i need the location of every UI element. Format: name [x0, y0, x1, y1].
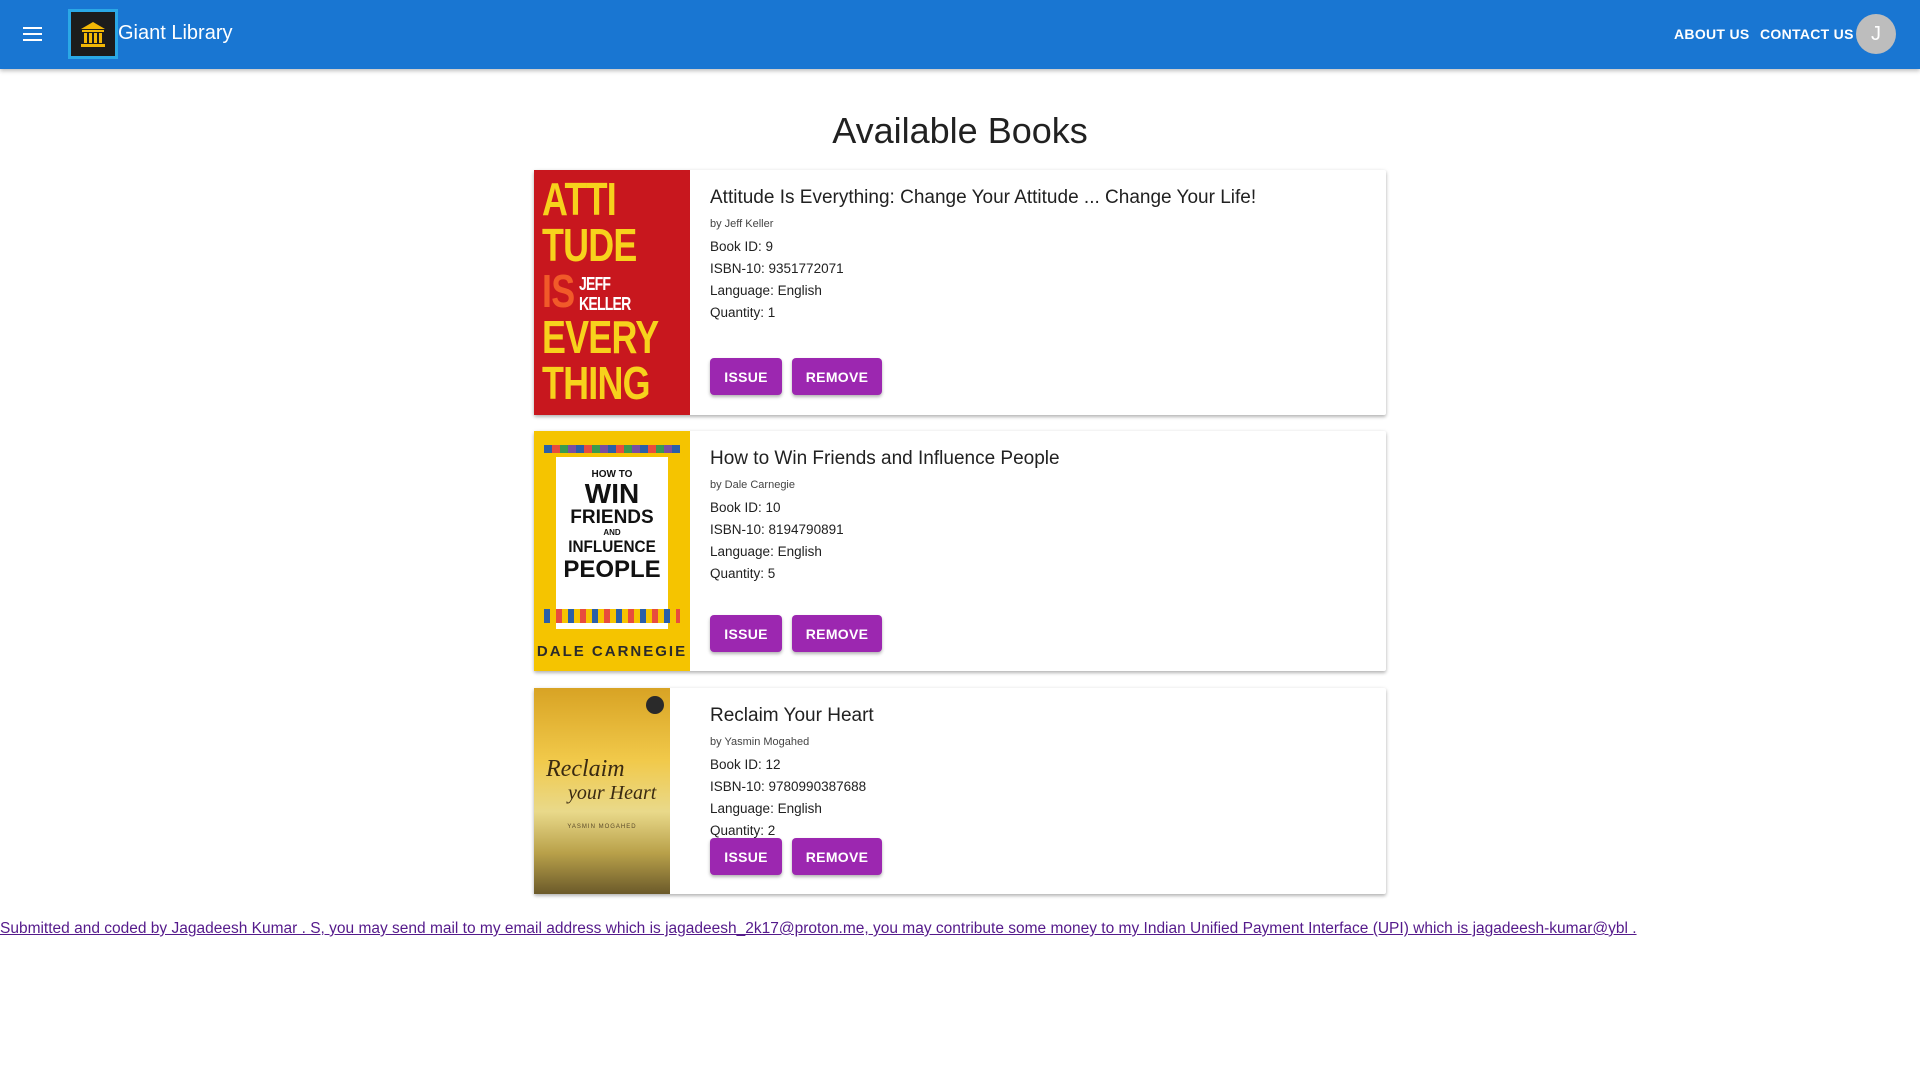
- cover-text: DALE CARNEGIE: [536, 643, 688, 660]
- book-title: Reclaim Your Heart: [710, 705, 874, 726]
- book-title: How to Win Friends and Influence People: [710, 448, 1060, 469]
- book-cover-image: Reclaim your Heart YASMIN MOGAHED: [534, 688, 670, 894]
- book-id: Book ID: 12: [710, 757, 781, 772]
- book-language: Language: English: [710, 544, 822, 559]
- book-isbn: ISBN-10: 9351772071: [710, 261, 844, 276]
- library-logo-icon[interactable]: [68, 9, 118, 59]
- book-title: Attitude Is Everything: Change Your Atti…: [710, 187, 1257, 208]
- cover-text: THING: [542, 357, 651, 409]
- cover-text: WIN: [584, 478, 640, 509]
- app-bar: Giant Library ABOUT US CONTACT US J: [0, 0, 1920, 69]
- book-quantity: Quantity: 5: [710, 566, 776, 581]
- cover-text: Reclaim: [546, 756, 625, 782]
- book-author: by Dale Carnegie: [710, 479, 795, 491]
- cover-text: AND: [603, 528, 621, 537]
- issue-button[interactable]: ISSUE: [710, 838, 782, 875]
- avatar[interactable]: J: [1856, 14, 1896, 54]
- footer-credit-link[interactable]: Submitted and coded by Jagadeesh Kumar .…: [0, 920, 1637, 938]
- book-isbn: ISBN-10: 9780990387688: [710, 779, 867, 794]
- issue-button[interactable]: ISSUE: [710, 615, 782, 652]
- cover-text: JEFF KELLER: [579, 274, 631, 314]
- remove-button[interactable]: REMOVE: [792, 358, 882, 395]
- cover-text: EVERY: [542, 311, 659, 363]
- cover-text: FRIENDS: [570, 507, 654, 528]
- page-title: Available Books: [832, 110, 1088, 151]
- remove-button[interactable]: REMOVE: [792, 838, 882, 875]
- book-card: Reclaim your Heart YASMIN MOGAHED Reclai…: [534, 688, 1386, 894]
- book-cover-image: ATTI TUDE IS JEFF KELLER EVERY THING: [534, 170, 690, 415]
- book-id: Book ID: 9: [710, 239, 774, 254]
- nav-contact-us[interactable]: CONTACT US: [1760, 26, 1854, 42]
- cover-text: INFLUENCE: [568, 537, 656, 556]
- book-cover-image: HOW TO WIN FRIENDS AND INFLUENCE PEOPLE …: [534, 431, 690, 671]
- cover-text: TUDE: [542, 219, 637, 271]
- book-language: Language: English: [710, 801, 822, 816]
- cover-text: PEOPLE: [563, 556, 661, 583]
- book-card: ATTI TUDE IS JEFF KELLER EVERY THING Att…: [534, 170, 1386, 415]
- book-card: HOW TO WIN FRIENDS AND INFLUENCE PEOPLE …: [534, 431, 1386, 671]
- brand-title[interactable]: Giant Library: [118, 22, 233, 45]
- menu-icon[interactable]: [16, 18, 48, 50]
- issue-button[interactable]: ISSUE: [710, 358, 782, 395]
- book-quantity: Quantity: 1: [710, 305, 776, 320]
- book-id: Book ID: 10: [710, 500, 781, 515]
- book-isbn: ISBN-10: 8194790891: [710, 522, 844, 537]
- nav-about-us[interactable]: ABOUT US: [1674, 26, 1750, 42]
- cover-text: IS: [542, 265, 575, 317]
- book-language: Language: English: [710, 283, 822, 298]
- cover-text: YASMIN MOGAHED: [567, 824, 637, 830]
- cover-text: your Heart: [568, 782, 657, 804]
- book-author: by Yasmin Mogahed: [710, 736, 810, 748]
- book-author: by Jeff Keller: [710, 218, 774, 230]
- cover-text: ATTI: [542, 173, 617, 225]
- remove-button[interactable]: REMOVE: [792, 615, 882, 652]
